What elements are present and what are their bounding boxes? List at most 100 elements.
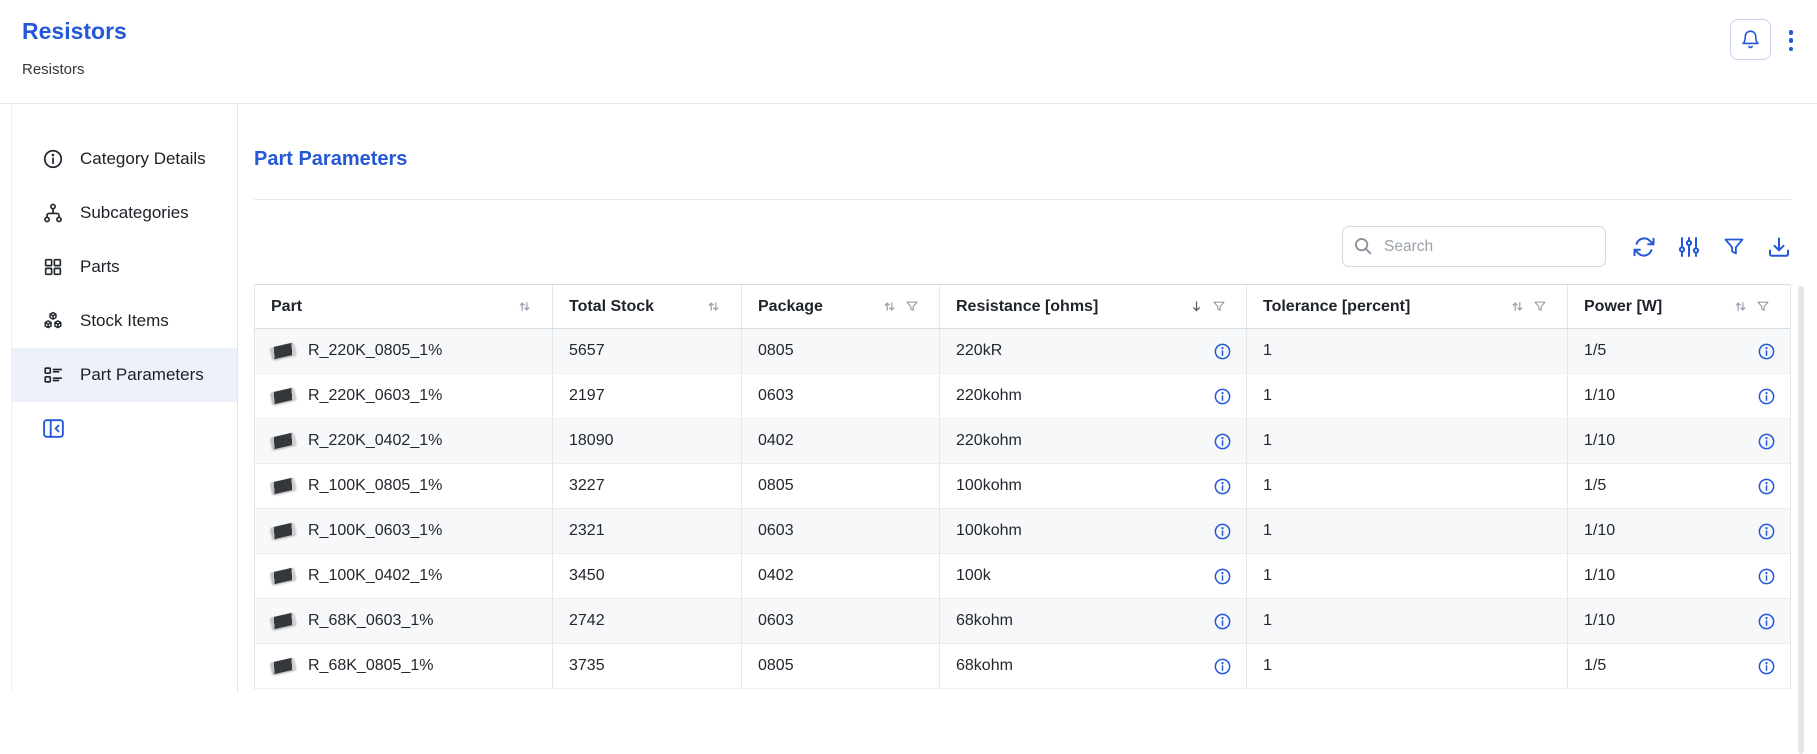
sidebar-item-parts[interactable]: Parts	[12, 240, 237, 294]
column-filter-icon[interactable]	[1533, 299, 1547, 314]
info-icon[interactable]	[1757, 612, 1776, 631]
info-icon[interactable]	[1213, 477, 1232, 496]
total-stock-cell: 3450	[553, 554, 742, 598]
overflow-menu-button[interactable]	[1781, 30, 1801, 51]
sliders-icon	[1677, 235, 1701, 259]
resistor-chip-icon	[270, 342, 296, 359]
list-details-icon	[42, 364, 64, 386]
info-icon[interactable]	[1757, 522, 1776, 541]
download-button[interactable]	[1767, 235, 1791, 259]
part-name: R_220K_0603_1%	[308, 387, 442, 405]
info-icon[interactable]	[1213, 342, 1232, 361]
column-label: Tolerance [percent]	[1263, 298, 1410, 316]
search-icon	[1352, 235, 1374, 257]
search-input[interactable]	[1342, 226, 1606, 267]
info-icon[interactable]	[1213, 387, 1232, 406]
table-toolbar	[254, 226, 1791, 267]
power-cell: 1/10	[1568, 599, 1790, 643]
column-header-tolerance[interactable]: Tolerance [percent]	[1247, 285, 1568, 328]
info-icon[interactable]	[1757, 567, 1776, 586]
table-scrollbar[interactable]	[1798, 286, 1804, 754]
boxes-icon	[42, 310, 64, 332]
refresh-icon	[1632, 235, 1656, 259]
table-row[interactable]: R_100K_0603_1% 2321 0603 100kohm	[255, 509, 1790, 554]
resistance-cell: 100k	[940, 554, 1247, 598]
tolerance-cell: 1	[1247, 329, 1568, 373]
collapse-sidebar-button[interactable]	[41, 416, 66, 441]
part-cell: R_68K_0603_1%	[255, 599, 553, 643]
table-row[interactable]: R_220K_0805_1% 5657 0805 220kR	[255, 329, 1790, 374]
column-header-power[interactable]: Power [W]	[1568, 285, 1790, 328]
sidebar: Category Details Subcategories Parts Sto…	[11, 104, 238, 693]
part-cell: R_100K_0402_1%	[255, 554, 553, 598]
resistance-cell: 68kohm	[940, 599, 1247, 643]
filter-button[interactable]	[1722, 235, 1746, 259]
info-icon[interactable]	[1757, 432, 1776, 451]
column-settings-button[interactable]	[1677, 235, 1701, 259]
part-name: R_100K_0603_1%	[308, 522, 442, 540]
column-header-part[interactable]: Part	[255, 285, 553, 328]
page-title: Resistors	[22, 18, 1817, 45]
info-icon[interactable]	[1757, 342, 1776, 361]
tolerance-cell: 1	[1247, 554, 1568, 598]
package-cell: 0603	[742, 599, 940, 643]
column-label: Part	[271, 298, 302, 316]
sidebar-item-category-details[interactable]: Category Details	[12, 132, 237, 186]
tolerance-cell: 1	[1247, 374, 1568, 418]
notifications-button[interactable]	[1730, 19, 1771, 60]
collapse-sidebar-icon	[41, 416, 66, 441]
part-name: R_220K_0805_1%	[308, 342, 442, 360]
info-icon[interactable]	[1213, 567, 1232, 586]
sort-icon	[706, 299, 721, 314]
column-header-total-stock[interactable]: Total Stock	[553, 285, 742, 328]
column-header-resistance[interactable]: Resistance [ohms]	[940, 285, 1247, 328]
part-cell: R_100K_0603_1%	[255, 509, 553, 553]
part-cell: R_220K_0805_1%	[255, 329, 553, 373]
info-icon[interactable]	[1757, 657, 1776, 676]
table-row[interactable]: R_220K_0603_1% 2197 0603 220kohm	[255, 374, 1790, 419]
info-icon[interactable]	[1213, 522, 1232, 541]
power-cell: 1/10	[1568, 554, 1790, 598]
total-stock-cell: 2197	[553, 374, 742, 418]
tolerance-cell: 1	[1247, 419, 1568, 463]
resistor-chip-icon	[270, 567, 296, 584]
sort-icon	[1733, 299, 1748, 314]
info-icon[interactable]	[1213, 432, 1232, 451]
sidebar-item-label: Parts	[80, 257, 120, 277]
sort-desc-icon	[1189, 299, 1204, 314]
sidebar-item-subcategories[interactable]: Subcategories	[12, 186, 237, 240]
column-header-package[interactable]: Package	[742, 285, 940, 328]
table-row[interactable]: R_220K_0402_1% 18090 0402 220kohm	[255, 419, 1790, 464]
column-filter-icon[interactable]	[1756, 299, 1770, 314]
info-icon[interactable]	[1757, 387, 1776, 406]
info-icon[interactable]	[1213, 657, 1232, 676]
table-row[interactable]: R_68K_0805_1% 3735 0805 68kohm	[255, 644, 1790, 689]
power-cell: 1/10	[1568, 419, 1790, 463]
section-title: Part Parameters	[254, 148, 1817, 171]
info-icon[interactable]	[1213, 612, 1232, 631]
package-cell: 0603	[742, 509, 940, 553]
kebab-dot	[1789, 38, 1794, 43]
table-row[interactable]: R_100K_0805_1% 3227 0805 100kohm	[255, 464, 1790, 509]
sidebar-item-label: Subcategories	[80, 203, 189, 223]
column-filter-icon[interactable]	[1212, 299, 1226, 314]
tolerance-cell: 1	[1247, 509, 1568, 553]
part-name: R_100K_0805_1%	[308, 477, 442, 495]
sidebar-item-label: Category Details	[80, 149, 206, 169]
hierarchy-icon	[42, 202, 64, 224]
info-icon[interactable]	[1757, 477, 1776, 496]
table-row[interactable]: R_100K_0402_1% 3450 0402 100k	[255, 554, 1790, 599]
section-divider	[254, 199, 1791, 200]
part-cell: R_220K_0603_1%	[255, 374, 553, 418]
refresh-button[interactable]	[1632, 235, 1656, 259]
table-row[interactable]: R_68K_0603_1% 2742 0603 68kohm	[255, 599, 1790, 644]
power-cell: 1/10	[1568, 509, 1790, 553]
part-name: R_100K_0402_1%	[308, 567, 442, 585]
sidebar-item-part-parameters[interactable]: Part Parameters	[12, 348, 237, 402]
download-icon	[1767, 235, 1791, 259]
column-label: Package	[758, 298, 823, 316]
sort-icon	[882, 299, 897, 314]
part-cell: R_100K_0805_1%	[255, 464, 553, 508]
sidebar-item-stock-items[interactable]: Stock Items	[12, 294, 237, 348]
column-filter-icon[interactable]	[905, 299, 919, 314]
